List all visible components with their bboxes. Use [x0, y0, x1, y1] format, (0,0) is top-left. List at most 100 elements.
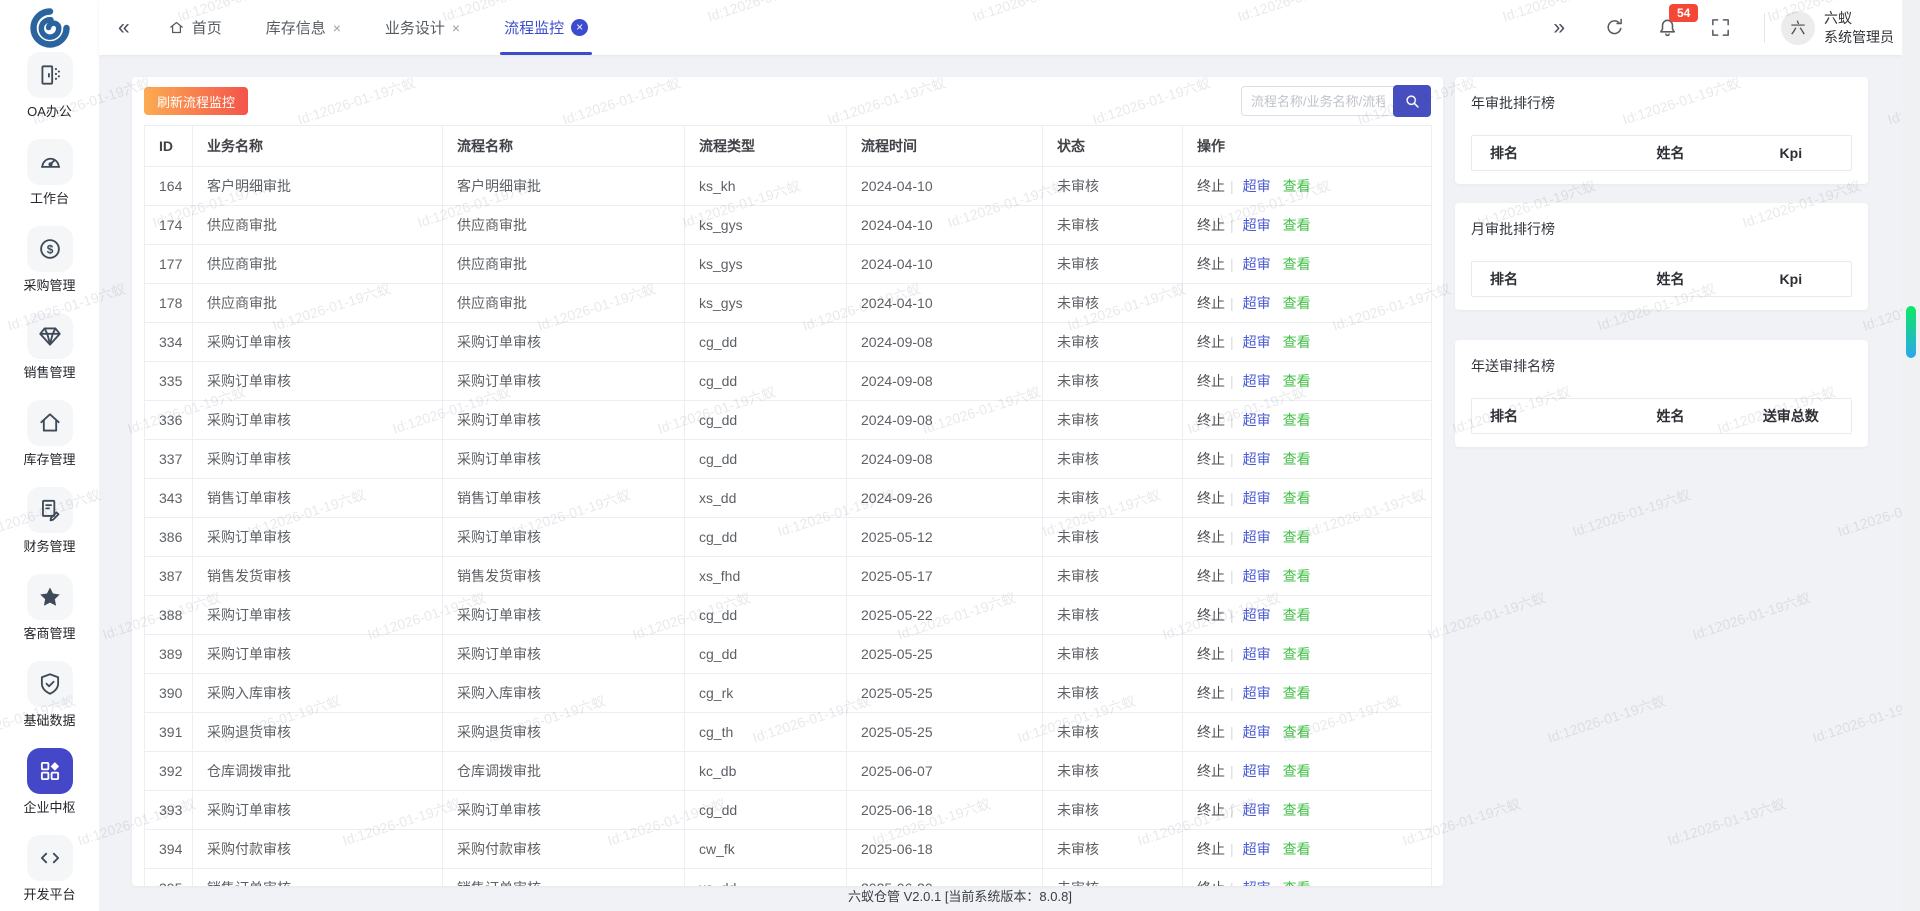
cell-type: cg_dd [685, 791, 847, 830]
ranking-title: 年审批排行榜 [1471, 93, 1852, 113]
super-review-link[interactable]: 超审 [1243, 490, 1271, 506]
super-review-link[interactable]: 超审 [1243, 568, 1271, 584]
expand-tabs-icon[interactable]: » [1553, 16, 1565, 40]
terminate-link[interactable]: 终止 [1197, 412, 1225, 428]
super-review-link[interactable]: 超审 [1243, 724, 1271, 740]
view-link[interactable]: 查看 [1283, 763, 1311, 779]
cell-type: cg_th [685, 713, 847, 752]
sidebar-item-inventory-mgmt[interactable]: 库存管理 [0, 400, 99, 487]
view-link[interactable]: 查看 [1283, 217, 1311, 233]
view-link[interactable]: 查看 [1283, 802, 1311, 818]
view-link[interactable]: 查看 [1283, 373, 1311, 389]
tab-home[interactable]: 首页 [168, 0, 222, 55]
scrollbar-thumb[interactable] [1906, 306, 1916, 358]
close-tab-icon[interactable]: × [333, 21, 341, 35]
super-review-link[interactable]: 超审 [1243, 178, 1271, 194]
super-review-link[interactable]: 超审 [1243, 412, 1271, 428]
cell-status: 未审核 [1043, 518, 1183, 557]
terminate-link[interactable]: 终止 [1197, 763, 1225, 779]
cell-id: 393 [145, 791, 193, 830]
watermark-text: Id:12026-01-19六蚁 [1570, 484, 1693, 541]
cell-business: 客户明细审批 [193, 167, 443, 206]
view-link[interactable]: 查看 [1283, 685, 1311, 701]
view-link[interactable]: 查看 [1283, 607, 1311, 623]
search-input[interactable] [1241, 86, 1395, 116]
terminate-link[interactable]: 终止 [1197, 685, 1225, 701]
view-link[interactable]: 查看 [1283, 178, 1311, 194]
super-review-link[interactable]: 超审 [1243, 373, 1271, 389]
super-review-link[interactable]: 超审 [1243, 256, 1271, 272]
page-scrollbar[interactable] [1902, 0, 1920, 911]
sidebar-item-finance-mgmt[interactable]: 财务管理 [0, 487, 99, 574]
sidebar-item-oa-office[interactable]: OA办公 [0, 52, 99, 139]
super-review-link[interactable]: 超审 [1243, 646, 1271, 662]
view-link[interactable]: 查看 [1283, 529, 1311, 545]
sidebar-item-workbench[interactable]: 工作台 [0, 139, 99, 226]
super-review-link[interactable]: 超审 [1243, 529, 1271, 545]
terminate-link[interactable]: 终止 [1197, 607, 1225, 623]
cell-business: 采购退货审核 [193, 713, 443, 752]
cell-time: 2025-05-25 [847, 635, 1043, 674]
super-review-link[interactable]: 超审 [1243, 841, 1271, 857]
sidebar-item-label: 财务管理 [0, 539, 99, 555]
super-review-link[interactable]: 超审 [1243, 802, 1271, 818]
terminate-link[interactable]: 终止 [1197, 802, 1225, 818]
terminate-link[interactable]: 终止 [1197, 256, 1225, 272]
view-link[interactable]: 查看 [1283, 295, 1311, 311]
view-link[interactable]: 查看 [1283, 490, 1311, 506]
app-logo [28, 6, 72, 50]
super-review-link[interactable]: 超审 [1243, 607, 1271, 623]
notifications-bell-icon[interactable]: 54 [1656, 16, 1679, 39]
cell-process: 采购退货审核 [443, 713, 685, 752]
view-link[interactable]: 查看 [1283, 412, 1311, 428]
tab-process-monitor[interactable]: 流程监控× [504, 0, 588, 55]
view-link[interactable]: 查看 [1283, 646, 1311, 662]
view-link[interactable]: 查看 [1283, 568, 1311, 584]
view-link[interactable]: 查看 [1283, 334, 1311, 350]
terminate-link[interactable]: 终止 [1197, 568, 1225, 584]
super-review-link[interactable]: 超审 [1243, 685, 1271, 701]
sidebar-item-enterprise-hub[interactable]: 企业中枢 [0, 748, 99, 835]
super-review-link[interactable]: 超审 [1243, 334, 1271, 350]
search-button[interactable] [1393, 85, 1431, 117]
user-name[interactable]: 六蚁 系统管理员 [1824, 9, 1894, 47]
tab-label: 库存信息 [266, 17, 326, 38]
terminate-link[interactable]: 终止 [1197, 334, 1225, 350]
terminate-link[interactable]: 终止 [1197, 373, 1225, 389]
sidebar-item-base-data[interactable]: 基础数据 [0, 661, 99, 748]
app-root: Id:12026-01-19六蚁Id:12026-01-19六蚁Id:12026… [0, 0, 1920, 911]
refresh-icon[interactable] [1603, 16, 1626, 39]
terminate-link[interactable]: 终止 [1197, 529, 1225, 545]
terminate-link[interactable]: 终止 [1197, 646, 1225, 662]
terminate-link[interactable]: 终止 [1197, 178, 1225, 194]
collapse-tabs-icon[interactable]: « [118, 16, 130, 40]
super-review-link[interactable]: 超审 [1243, 451, 1271, 467]
view-link[interactable]: 查看 [1283, 841, 1311, 857]
terminate-link[interactable]: 终止 [1197, 295, 1225, 311]
refresh-process-monitor-button[interactable]: 刷新流程监控 [144, 87, 248, 115]
fullscreen-icon[interactable] [1709, 16, 1732, 39]
terminate-link[interactable]: 终止 [1197, 490, 1225, 506]
super-review-link[interactable]: 超审 [1243, 763, 1271, 779]
terminate-link[interactable]: 终止 [1197, 724, 1225, 740]
user-avatar[interactable]: 六 [1781, 11, 1815, 45]
super-review-link[interactable]: 超审 [1243, 217, 1271, 233]
sidebar-item-purchase-mgmt[interactable]: $采购管理 [0, 226, 99, 313]
terminate-link[interactable]: 终止 [1197, 217, 1225, 233]
ranking-card-year-submit: 年送审排名榜排名姓名送审总数 [1455, 340, 1868, 447]
sidebar-item-sales-mgmt[interactable]: 销售管理 [0, 313, 99, 400]
close-tab-icon[interactable]: × [452, 21, 460, 35]
tab-inventory-info[interactable]: 库存信息 × [266, 0, 341, 55]
close-tab-icon[interactable]: × [571, 19, 588, 36]
watermark-text: Id:12026-01-19六蚁 [1690, 587, 1813, 644]
cell-time: 2024-09-08 [847, 362, 1043, 401]
tab-business-design[interactable]: 业务设计× [385, 0, 460, 55]
super-review-link[interactable]: 超审 [1243, 295, 1271, 311]
sidebar-item-label: 企业中枢 [0, 800, 99, 816]
view-link[interactable]: 查看 [1283, 724, 1311, 740]
terminate-link[interactable]: 终止 [1197, 841, 1225, 857]
terminate-link[interactable]: 终止 [1197, 451, 1225, 467]
view-link[interactable]: 查看 [1283, 451, 1311, 467]
view-link[interactable]: 查看 [1283, 256, 1311, 272]
sidebar-item-customer-mgmt[interactable]: 客商管理 [0, 574, 99, 661]
